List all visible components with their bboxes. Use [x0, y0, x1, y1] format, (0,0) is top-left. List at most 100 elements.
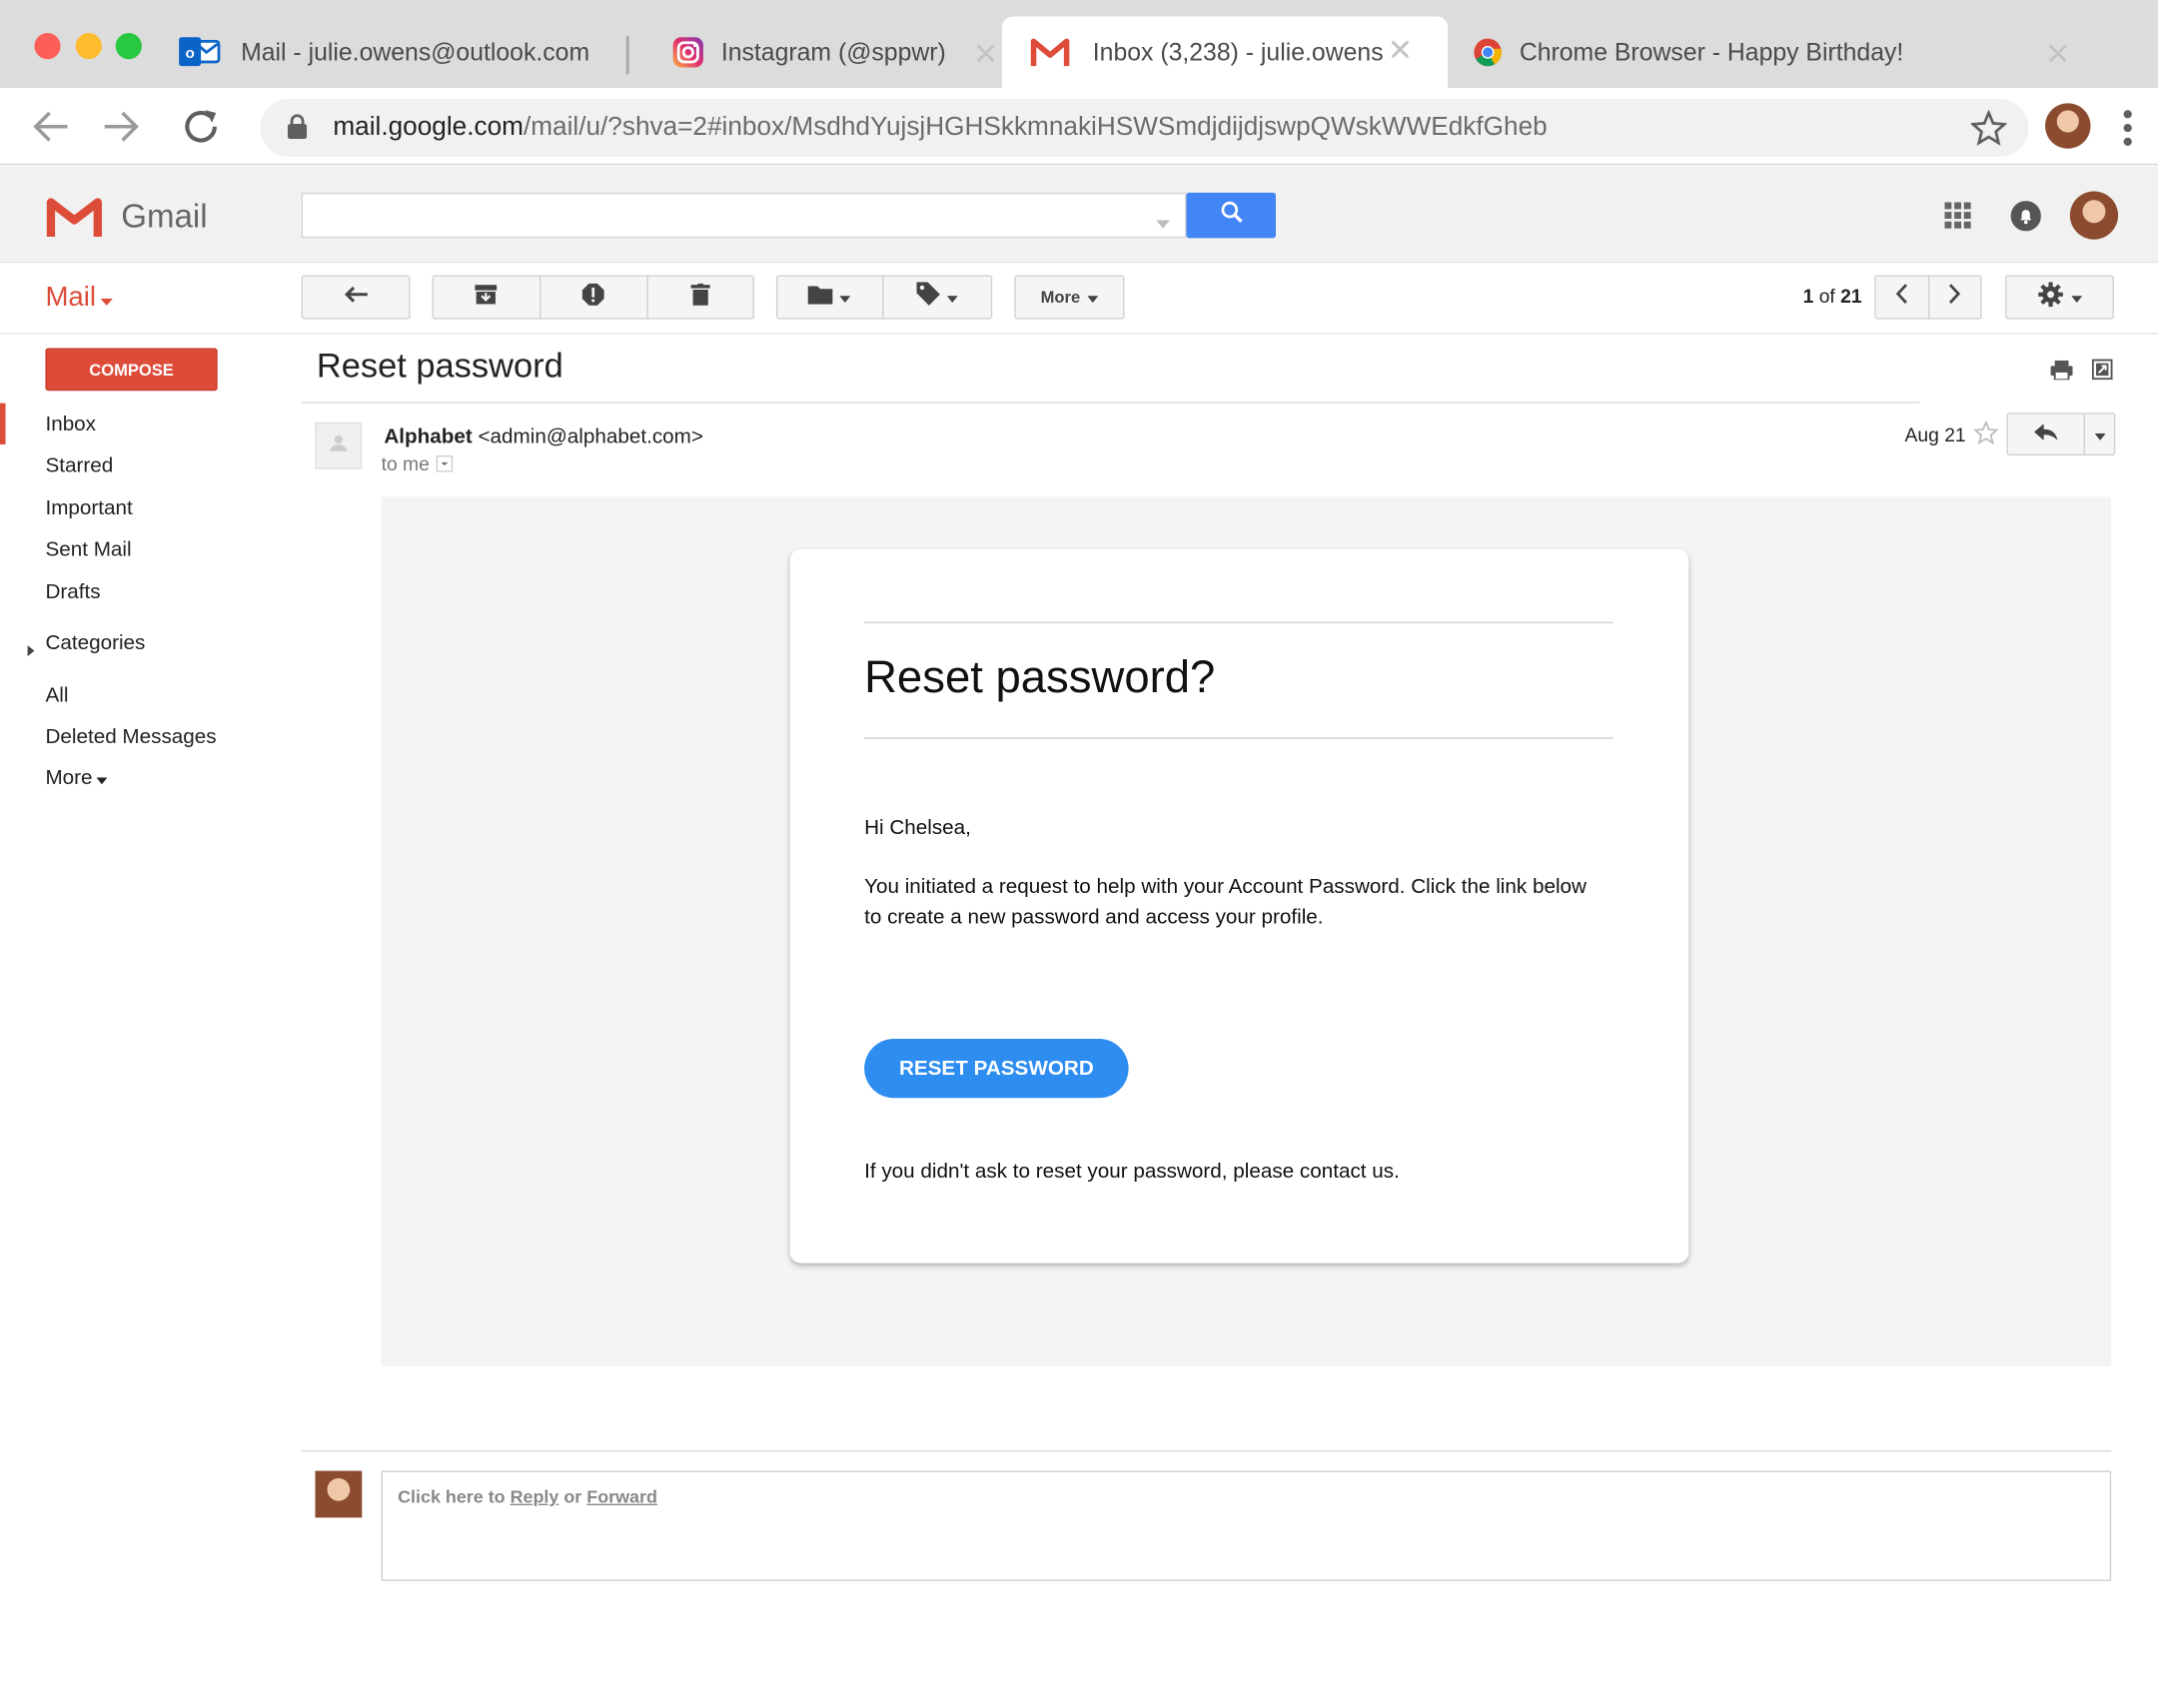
chevron-down-icon — [2093, 422, 2105, 446]
sender-name[interactable]: Alphabet — [384, 426, 472, 448]
settings-button[interactable] — [2005, 275, 2114, 320]
sidebar-item-all[interactable]: All — [45, 684, 68, 707]
details-dropdown-icon[interactable] — [436, 454, 454, 472]
notifications-bell-icon[interactable] — [2010, 201, 2041, 238]
chrome-icon — [1473, 37, 1503, 67]
instagram-icon — [671, 36, 704, 69]
message-subject: Reset password — [316, 347, 563, 386]
older-button[interactable] — [1928, 276, 1982, 320]
tab-outlook[interactable]: o Mail - julie.owens@outlook.com — [179, 17, 619, 89]
back-arrow-icon[interactable] — [30, 107, 71, 152]
apps-grid-icon[interactable] — [1944, 202, 1972, 236]
browser-profile-avatar[interactable] — [2045, 103, 2091, 149]
open-new-window-icon[interactable] — [2091, 359, 2113, 388]
reply-prompt-or: or — [563, 1485, 582, 1507]
tab-label: Instagram (@sppwr) — [720, 37, 946, 66]
my-avatar — [315, 1470, 363, 1518]
tab-close-icon[interactable]: ✕ — [2045, 37, 2070, 73]
url-host: mail.google.com — [333, 112, 524, 142]
tab-instagram[interactable]: Instagram (@sppwr) — [671, 17, 1002, 89]
archive-button[interactable] — [433, 276, 540, 320]
label-tag-icon — [916, 282, 940, 312]
reply-box[interactable]: Click here to Reply or Forward — [381, 1470, 2112, 1581]
gear-icon — [2037, 281, 2063, 314]
window-zoom-button[interactable] — [115, 33, 142, 60]
sidebar-item-categories[interactable]: Categories — [45, 631, 145, 654]
gmail-header: Gmail — [0, 166, 2158, 264]
tab-label: Chrome Browser - Happy Birthday! — [1519, 37, 1904, 66]
newer-button[interactable] — [1874, 276, 1928, 320]
sidebar-item-inbox[interactable]: Inbox — [45, 413, 96, 435]
reply-more-button[interactable] — [2084, 413, 2116, 455]
gmail-logo-text: Gmail — [121, 198, 208, 236]
gmail-account-avatar[interactable] — [2069, 191, 2119, 240]
active-nav-indicator — [0, 403, 6, 444]
sidebar-item-important[interactable]: Important — [45, 496, 132, 519]
chevron-down-icon — [100, 282, 113, 314]
move-to-button[interactable] — [776, 276, 882, 320]
window-close-button[interactable] — [34, 33, 61, 60]
address-bar[interactable]: mail.google.com/mail/u/?shva=2#inbox/Msd… — [260, 99, 2029, 158]
chevron-down-icon — [1087, 288, 1099, 307]
card-greeting: Hi Chelsea, — [864, 815, 971, 840]
tab-chrome[interactable]: Chrome Browser - Happy Birthday! — [1473, 17, 2051, 89]
gmail-logo-icon[interactable] — [45, 197, 103, 245]
tab-close-icon[interactable]: ✕ — [973, 37, 998, 73]
chevron-down-icon — [946, 285, 958, 310]
chevron-down-icon — [839, 285, 851, 310]
reply-button[interactable] — [2006, 413, 2083, 455]
chevron-right-icon — [1948, 284, 1961, 312]
chevron-left-icon — [1895, 284, 1907, 312]
delete-button[interactable] — [646, 276, 753, 320]
tab-label: Inbox (3,238) - julie.owens — [1092, 37, 1384, 66]
window-minimize-button[interactable] — [75, 33, 102, 60]
reply-prompt: Click here to Reply or Forward — [398, 1486, 657, 1507]
more-actions-button[interactable]: More — [1014, 275, 1125, 320]
reset-password-button[interactable]: RESET PASSWORD — [864, 1039, 1129, 1099]
compose-button[interactable]: COMPOSE — [45, 348, 218, 392]
sidebar-more-label: More — [45, 766, 93, 790]
search-options-icon[interactable] — [1156, 211, 1170, 236]
star-icon[interactable] — [1972, 420, 1999, 451]
chevron-down-icon — [2070, 285, 2082, 310]
search-button[interactable] — [1186, 192, 1276, 239]
url-text: mail.google.com/mail/u/?shva=2#inbox/Msd… — [333, 113, 1547, 143]
pager-current: 1 — [1802, 285, 1814, 308]
back-to-inbox-button[interactable] — [301, 275, 411, 320]
message-date: Aug 21 — [1904, 424, 1966, 446]
report-spam-button[interactable] — [540, 276, 646, 320]
more-actions-label: More — [1040, 287, 1081, 308]
toolbar-divider-line — [0, 333, 2158, 335]
outlook-icon: o — [179, 34, 221, 70]
subject-divider — [301, 402, 1920, 404]
bookmark-star-icon[interactable] — [1969, 109, 2008, 153]
browser-toolbar: mail.google.com/mail/u/?shva=2#inbox/Msd… — [0, 88, 2158, 166]
forward-link[interactable]: Forward — [586, 1486, 657, 1507]
recipient-text: to me — [381, 452, 430, 475]
lock-icon — [287, 114, 308, 146]
sidebar-item-starred[interactable]: Starred — [45, 454, 113, 477]
reload-icon[interactable] — [182, 106, 223, 154]
card-bottom-rule — [864, 737, 1614, 739]
card-footer-text: If you didn't ask to reset your password… — [864, 1160, 1400, 1184]
sidebar-item-more[interactable]: More — [45, 766, 108, 790]
card-body-text: You initiated a request to help with you… — [864, 875, 1587, 929]
reset-password-card: Reset password? Hi Chelsea, You initiate… — [789, 548, 1689, 1264]
sender-line: Alphabet <admin@alphabet.com> — [384, 426, 703, 448]
forward-arrow-icon[interactable] — [101, 107, 142, 152]
sidebar-item-deleted[interactable]: Deleted Messages — [45, 725, 216, 748]
sidebar-item-drafts[interactable]: Drafts — [45, 580, 100, 603]
search-input[interactable] — [301, 192, 1187, 239]
print-icon[interactable] — [2050, 360, 2073, 387]
browser-menu-icon[interactable] — [2121, 107, 2135, 155]
labels-button[interactable] — [882, 276, 992, 320]
card-heading: Reset password? — [864, 650, 1216, 702]
sidebar-item-sent[interactable]: Sent Mail — [45, 538, 131, 561]
mail-menu[interactable]: Mail — [45, 282, 113, 314]
tab-gmail[interactable]: Inbox (3,238) - julie.owens ✕ — [1001, 16, 1449, 89]
reply-prompt-prefix: Click here to — [398, 1485, 506, 1507]
tab-close-icon[interactable]: ✕ — [1388, 33, 1413, 69]
reply-link[interactable]: Reply — [511, 1486, 559, 1507]
expand-triangle-icon[interactable] — [27, 638, 35, 663]
reply-arrow-icon — [2033, 422, 2057, 446]
